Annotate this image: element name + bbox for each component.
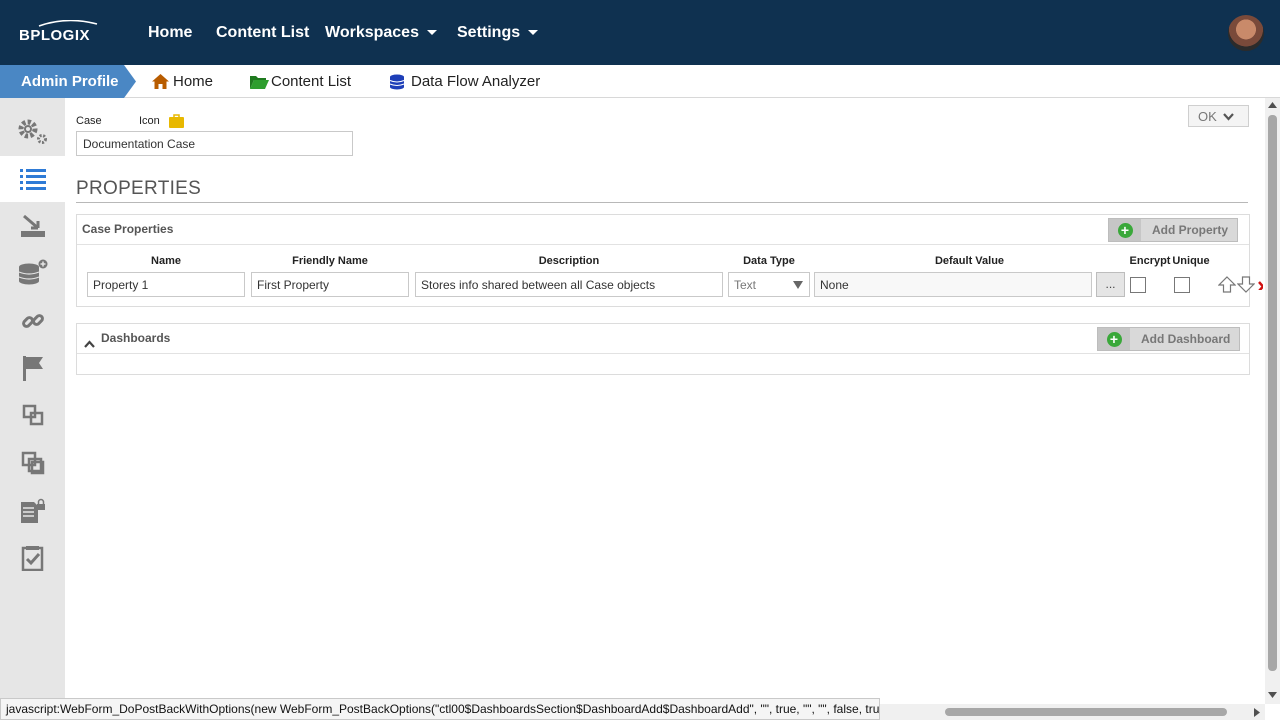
encrypt-checkbox[interactable] [1130,277,1146,293]
scroll-down-arrow-icon[interactable] [1268,692,1277,698]
dashboards-title: Dashboards [101,331,171,345]
status-bar-url: javascript:WebForm_DoPostBackWithOptions… [0,698,880,720]
ok-button[interactable]: OK [1188,105,1249,127]
top-nav-bar: BPLOGIX Home Content List Workspaces Set… [0,0,1280,65]
add-dashboard-button[interactable]: + Add Dashboard [1097,327,1240,351]
add-property-label: Add Property [1152,223,1229,237]
nav-settings-label: Settings [457,23,521,41]
sidebar-item-data-source[interactable] [0,250,65,296]
sidebar-item-import[interactable] [0,203,65,249]
breadcrumb-data-flow-label: Data Flow Analyzer [411,73,541,90]
sidebar-item-milestones[interactable] [0,345,65,391]
dashboards-panel: Dashboards [76,323,1250,375]
checklist-icon [21,546,43,571]
link-icon [21,314,44,328]
column-header-friendly-name: Friendly Name [292,255,368,267]
sidebar-item-settings[interactable] [0,108,65,154]
folder-open-icon [250,75,269,89]
scroll-right-arrow-icon[interactable] [1254,708,1260,717]
case-name-input[interactable]: Documentation Case [76,131,353,156]
delete-icon[interactable] [1257,279,1263,290]
nav-workspaces[interactable]: Workspaces [325,0,437,65]
sidebar-item-links[interactable] [0,298,65,344]
add-icon: + [1109,219,1141,241]
nav-content-list[interactable]: Content List [216,0,309,65]
vertical-scroll-thumb[interactable] [1268,115,1277,671]
property-default-value-input[interactable]: None [814,272,1092,297]
caret-down-icon [528,30,539,35]
copy-icon [21,451,44,475]
user-avatar[interactable] [1227,14,1265,52]
horizontal-scroll-thumb[interactable] [945,708,1227,716]
add-property-button[interactable]: + Add Property [1108,218,1238,242]
properties-title: PROPERTIES [76,178,202,199]
icon-label: Icon [139,115,160,127]
nav-content-list-label: Content List [216,23,310,41]
move-up-icon[interactable] [1217,276,1237,298]
property-description-input[interactable]: Stores info shared between all Case obje… [415,272,723,297]
column-header-default-value: Default Value [934,255,1005,267]
move-down-icon[interactable] [1236,276,1256,298]
case-label: Case [76,115,102,127]
scroll-up-arrow-icon[interactable] [1268,102,1277,108]
layers-icon [22,404,43,426]
gear-icon [18,119,47,144]
unique-checkbox[interactable] [1174,277,1190,293]
breadcrumb-home[interactable]: Home [152,65,213,98]
left-sidebar [0,98,65,720]
home-icon [152,74,169,89]
sidebar-item-layers[interactable] [0,392,65,438]
database-add-icon [18,259,47,285]
property-friendly-name-input[interactable]: First Property [251,272,409,297]
lock-document-icon [20,498,45,523]
breadcrumb-admin-profile[interactable]: Admin Profile [0,65,136,98]
nav-home-label: Home [148,23,193,41]
chevron-down-icon [1222,109,1234,124]
bplogix-logo[interactable]: BPLOGIX [19,20,109,46]
flag-icon [22,356,43,381]
column-header-data-type: Data Type [743,255,795,267]
nav-home[interactable]: Home [148,0,192,65]
property-data-type-select[interactable]: Text [728,272,810,297]
breadcrumb-content-list-label: Content List [271,73,352,90]
list-icon [19,169,46,190]
property-name-input[interactable]: Property 1 [87,272,245,297]
logo-text: BPLOGIX [19,27,91,44]
vertical-scrollbar[interactable] [1265,98,1280,704]
breadcrumb-content-list[interactable]: Content List [250,65,351,98]
nav-settings[interactable]: Settings [457,0,539,65]
data-type-value: Text [734,278,757,292]
sidebar-item-properties[interactable] [0,156,65,202]
case-properties-title: Case Properties [82,222,174,236]
add-dashboard-label: Add Dashboard [1141,332,1231,346]
sidebar-item-copy[interactable] [0,440,65,486]
breadcrumb-home-label: Home [173,73,214,90]
column-header-encrypt: Encrypt [1129,255,1171,267]
import-icon [20,214,45,237]
case-properties-header: Case Properties [77,215,1249,245]
column-header-description: Description [538,255,600,267]
dropdown-arrow-icon [793,281,803,289]
ok-button-label: OK [1198,108,1217,124]
breadcrumb-bar: Admin Profile Home Content List Data Flo… [0,65,1280,98]
column-header-unique: Unique [1172,255,1210,267]
breadcrumb-data-flow-analyzer[interactable]: Data Flow Analyzer [389,65,540,98]
column-header-name: Name [151,255,181,267]
dashboards-header[interactable]: Dashboards [77,324,1249,354]
section-divider [76,202,1248,203]
sidebar-item-tasks[interactable] [0,535,65,581]
default-value-picker-button[interactable]: ... [1096,272,1125,297]
add-icon: + [1098,328,1130,350]
caret-down-icon [426,30,437,35]
database-icon [389,74,405,90]
chevron-up-icon[interactable] [84,335,95,353]
sidebar-item-security[interactable] [0,488,65,534]
nav-workspaces-label: Workspaces [325,23,419,41]
